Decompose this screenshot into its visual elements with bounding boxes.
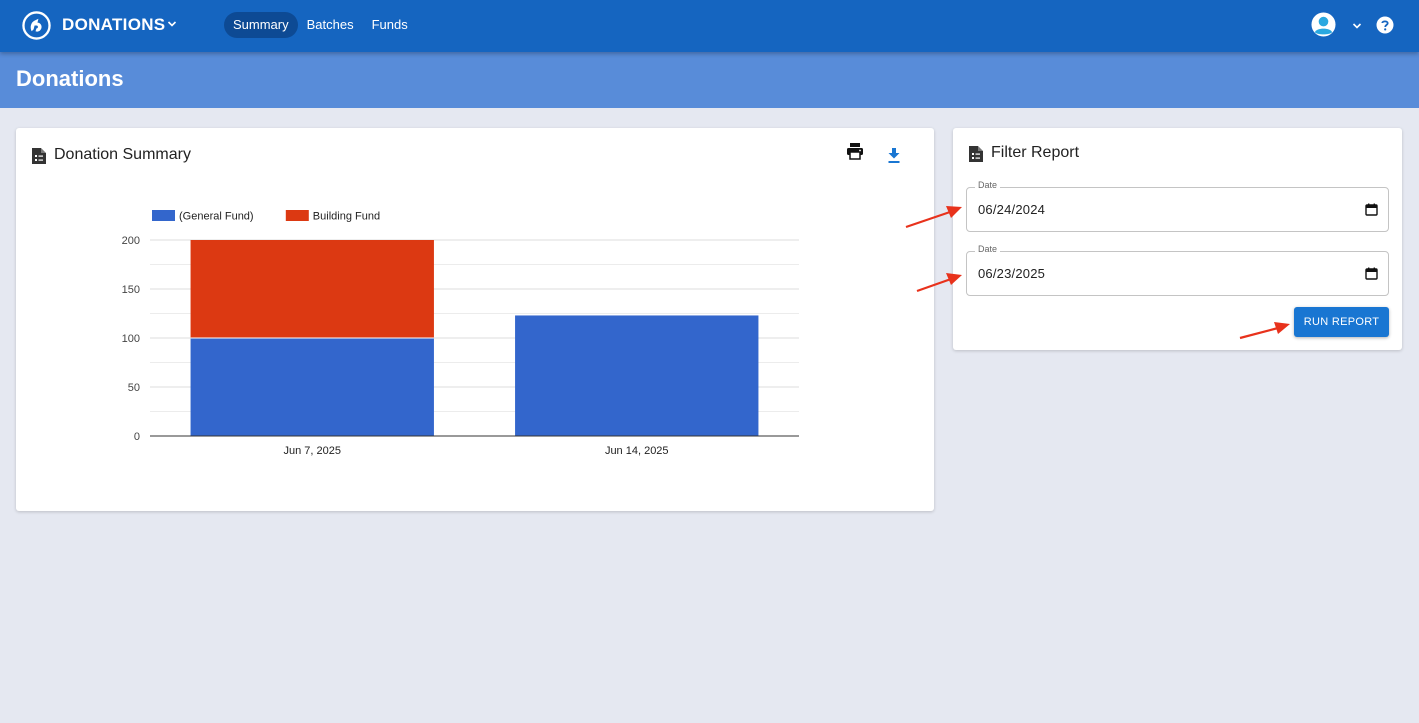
main-nav: Summary Batches Funds bbox=[224, 12, 417, 38]
page-title: Donations bbox=[16, 66, 124, 91]
start-date-field[interactable]: Date 06/24/2024 bbox=[966, 180, 1389, 232]
run-report-button[interactable]: RUN REPORT bbox=[1294, 307, 1389, 337]
x-tick-label: Jun 14, 2025 bbox=[605, 445, 669, 457]
start-date-label: Date bbox=[975, 180, 1001, 190]
nav-item-funds[interactable]: Funds bbox=[363, 12, 417, 38]
calendar-icon[interactable] bbox=[1365, 203, 1378, 216]
legend-label: (General Fund) bbox=[179, 211, 254, 223]
chevron-down-icon[interactable] bbox=[166, 18, 178, 30]
bar-segment bbox=[515, 315, 759, 436]
filter-title: Filter Report bbox=[991, 144, 1080, 161]
donation-bar-chart: 0 50 100 150 200 Jun 7, 2025 Jun 14, 2025 (Gen… bbox=[122, 210, 799, 457]
top-app-bar: DONATIONS Summary Batches Funds bbox=[0, 0, 1419, 52]
bar-segment bbox=[190, 338, 434, 436]
user-menu-chevron-icon[interactable] bbox=[1351, 20, 1363, 32]
y-tick-label: 200 bbox=[122, 235, 140, 247]
donation-summary-card: Donation Summary 0 50 100 150 200 Jun 7, 2025… bbox=[16, 128, 934, 511]
app-logo-icon[interactable] bbox=[22, 11, 51, 40]
bar-segment bbox=[190, 240, 434, 338]
help-icon[interactable] bbox=[1376, 16, 1394, 34]
calendar-icon[interactable] bbox=[1365, 267, 1378, 280]
end-date-field[interactable]: Date 06/23/2025 bbox=[966, 244, 1389, 296]
app-name[interactable]: DONATIONS bbox=[62, 15, 165, 35]
nav-item-summary[interactable]: Summary bbox=[224, 12, 298, 38]
legend-label: Building Fund bbox=[313, 211, 380, 223]
user-avatar-icon[interactable] bbox=[1311, 12, 1336, 37]
page-header-bar bbox=[0, 52, 1419, 108]
y-tick-label: 150 bbox=[122, 284, 140, 296]
nav-item-batches[interactable]: Batches bbox=[298, 12, 363, 38]
start-date-value[interactable]: 06/24/2024 bbox=[978, 202, 1045, 217]
legend-swatch bbox=[152, 210, 175, 221]
y-tick-label: 0 bbox=[134, 431, 140, 443]
y-tick-label: 100 bbox=[122, 333, 140, 345]
y-tick-label: 50 bbox=[128, 382, 140, 394]
x-tick-label: Jun 7, 2025 bbox=[284, 445, 342, 457]
end-date-label: Date bbox=[975, 244, 1001, 254]
end-date-value[interactable]: 06/23/2025 bbox=[978, 266, 1045, 281]
report-icon bbox=[969, 146, 983, 162]
filter-report-card: Filter Report Date 06/24/2024 Date 06/23… bbox=[953, 128, 1402, 350]
legend-swatch bbox=[285, 210, 309, 221]
